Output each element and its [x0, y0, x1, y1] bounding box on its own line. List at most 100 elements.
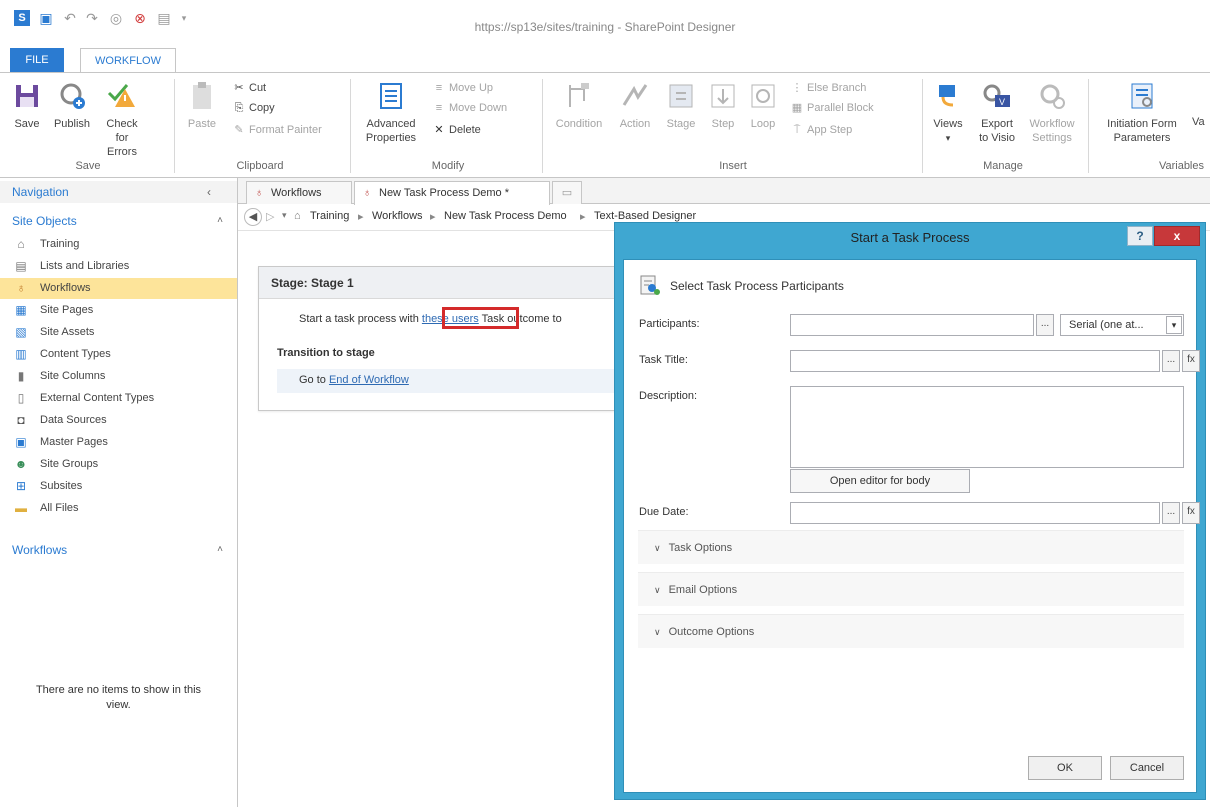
views-button[interactable]: Views ▾ — [928, 79, 968, 145]
initiation-form-parameters-button[interactable]: Initiation Form Parameters — [1096, 79, 1188, 145]
check-errors-icon — [107, 84, 135, 107]
export-to-visio-button[interactable]: V Export to Visio — [972, 79, 1022, 145]
tab-workflow[interactable]: WORKFLOW — [80, 48, 176, 72]
cancel-button[interactable]: Cancel — [1110, 756, 1184, 780]
scissors-icon: ✂ — [234, 82, 244, 94]
participant-order-select[interactable]: Serial (one at... ▾ — [1060, 314, 1184, 336]
nav-item-external-content-types[interactable]: ▯ External Content Types — [0, 388, 237, 409]
back-button[interactable]: ◀ — [244, 208, 262, 226]
breadcrumb-separator-icon: ▸ — [430, 211, 436, 223]
save-button[interactable]: Save — [8, 79, 46, 131]
else-branch-label: Else Branch — [807, 82, 867, 94]
tab-new-task-process-demo[interactable]: ♁ New Task Process Demo * — [354, 181, 550, 205]
nav-item-site-assets[interactable]: ▧ Site Assets — [0, 322, 237, 343]
nav-item-training[interactable]: ⌂ Training — [0, 234, 237, 255]
forward-button[interactable]: ▷ — [266, 210, 274, 223]
task-title-label: Task Title: — [639, 354, 688, 366]
nav-item-lists-and-libraries[interactable]: ▤ Lists and Libraries — [0, 256, 237, 277]
nav-item-all-files[interactable]: ▬ All Files — [0, 498, 237, 519]
task-title-input[interactable] — [790, 350, 1160, 372]
action-text-before: Start a task process with — [299, 313, 422, 325]
email-options-label: Email Options — [668, 584, 738, 596]
nav-item-site-groups[interactable]: ☻ Site Groups — [0, 454, 237, 475]
chevron-up-icon[interactable]: ˄ — [217, 210, 223, 232]
home-icon: ⌂ — [17, 237, 25, 251]
workflows-header[interactable]: Workflows ˄ — [0, 539, 237, 561]
participants-browse-button[interactable]: ... — [1036, 314, 1054, 336]
end-of-workflow-link[interactable]: End of Workflow — [329, 374, 409, 386]
delete-button[interactable]: ✕ Delete — [432, 121, 480, 139]
group-label-insert: Insert — [719, 160, 747, 172]
workflows-title: Workflows — [12, 543, 68, 557]
nav-item-site-pages[interactable]: ▦ Site Pages — [0, 300, 237, 321]
advanced-properties-button[interactable]: Advanced Properties — [360, 79, 422, 145]
site-objects-title: Site Objects — [12, 214, 77, 228]
ribbon-separator — [922, 79, 923, 173]
loop-button[interactable]: Loop — [744, 79, 782, 131]
help-button[interactable]: ? — [1127, 226, 1153, 246]
condition-button[interactable]: Condition — [548, 79, 610, 131]
nav-item-data-sources[interactable]: ◘ Data Sources — [0, 410, 237, 431]
breadcrumb-demo[interactable]: New Task Process Demo — [444, 210, 567, 222]
site-objects-header[interactable]: Site Objects ˄ — [0, 210, 237, 232]
new-tab-button[interactable]: ▭ — [552, 181, 582, 204]
assets-icon: ▧ — [15, 325, 27, 339]
breadcrumb-text-based-designer[interactable]: Text-Based Designer — [594, 210, 696, 222]
task-process-action: Start a task process with these users Ta… — [299, 313, 562, 325]
condition-label: Condition — [555, 118, 603, 130]
email-options-section[interactable]: ∨ Email Options — [638, 572, 1184, 606]
task-title-fx-button[interactable]: fx — [1182, 350, 1200, 372]
save-icon — [16, 85, 38, 107]
dialog-title: Start a Task Process — [850, 230, 970, 245]
breadcrumb-training[interactable]: Training — [310, 210, 349, 222]
task-title-browse-button[interactable]: ... — [1162, 350, 1180, 372]
app-step-label: App Step — [807, 124, 853, 136]
local-variables-button[interactable]: Va — [1192, 115, 1210, 129]
move-down-icon: ≡ — [435, 102, 443, 114]
action-button[interactable]: Action — [612, 79, 658, 131]
task-options-section[interactable]: ∨ Task Options — [638, 530, 1184, 564]
parallel-block-button[interactable]: ▦ Parallel Block — [790, 99, 874, 117]
copy-button[interactable]: ⎘ Copy — [232, 99, 275, 117]
step-button[interactable]: Step — [704, 79, 742, 131]
open-editor-for-body-button[interactable]: Open editor for body — [790, 469, 970, 493]
nav-item-master-pages[interactable]: ▣ Master Pages — [0, 432, 237, 453]
dropdown-icon[interactable]: ▾ — [282, 210, 287, 221]
app-step-button[interactable]: ⍑ App Step — [790, 121, 853, 139]
due-date-fx-button[interactable]: fx — [1182, 502, 1200, 524]
new-tab-icon: ▭ — [561, 187, 573, 199]
close-button[interactable]: x — [1154, 226, 1200, 246]
workflow-settings-label-1: Workflow — [1029, 118, 1075, 130]
format-painter-button[interactable]: ✎ Format Painter — [232, 121, 321, 139]
outcome-options-section[interactable]: ∨ Outcome Options — [638, 614, 1184, 648]
nav-item-content-types[interactable]: ▥ Content Types — [0, 344, 237, 365]
ok-button[interactable]: OK — [1028, 756, 1102, 780]
tab-workflows[interactable]: ♁ Workflows — [246, 181, 352, 204]
publish-button[interactable]: Publish — [48, 79, 96, 131]
check-for-errors-button[interactable]: Check for Errors — [100, 79, 144, 159]
stage-button[interactable]: Stage — [660, 79, 702, 131]
nav-item-subsites[interactable]: ⊞ Subsites — [0, 476, 237, 497]
collapse-nav-icon[interactable]: ‹ — [207, 181, 211, 203]
participants-input[interactable] — [790, 314, 1034, 336]
cut-button[interactable]: ✂ Cut — [232, 79, 266, 97]
chevron-down-icon[interactable]: ▾ — [1166, 316, 1182, 334]
workflow-settings-button[interactable]: Workflow Settings — [1026, 79, 1078, 145]
move-down-button[interactable]: ≡ Move Down — [432, 99, 507, 117]
due-date-input[interactable] — [790, 502, 1160, 524]
task-participants-icon — [640, 275, 660, 295]
empty-view-message: There are no items to show in this view. — [0, 683, 237, 713]
views-dropdown-icon: ▾ — [945, 133, 951, 143]
paste-button[interactable]: Paste — [182, 79, 222, 131]
tab-file[interactable]: FILE — [10, 48, 64, 72]
copy-icon: ⎘ — [234, 102, 244, 114]
due-date-label: Due Date: — [639, 506, 689, 518]
breadcrumb-workflows[interactable]: Workflows — [372, 210, 423, 222]
due-date-browse-button[interactable]: ... — [1162, 502, 1180, 524]
else-branch-button[interactable]: ⋮ Else Branch — [790, 79, 867, 97]
move-up-button[interactable]: ≡ Move Up — [432, 79, 493, 97]
nav-item-site-columns[interactable]: ▮ Site Columns — [0, 366, 237, 387]
nav-item-workflows[interactable]: ♁ Workflows — [0, 278, 237, 299]
description-textarea[interactable] — [790, 386, 1184, 468]
chevron-up-icon[interactable]: ˄ — [217, 539, 223, 561]
